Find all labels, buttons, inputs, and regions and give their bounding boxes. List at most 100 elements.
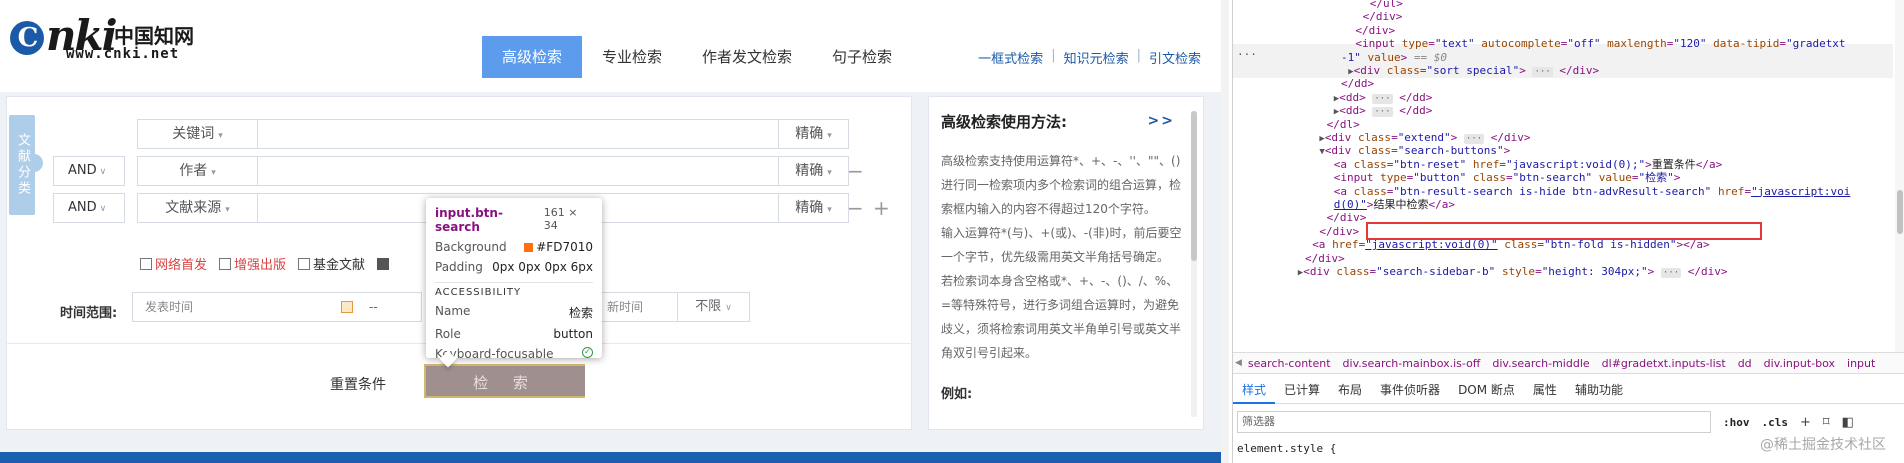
devtools-panel: ··· </ul> </div> </div> <input type="text" … [1232, 0, 1904, 463]
breadcrumb-item[interactable]: input [1841, 357, 1881, 370]
styles-filter-input[interactable]: 筛选器 [1237, 411, 1711, 433]
match-select[interactable]: 精确 ▾ [778, 194, 848, 222]
tab-accessibility[interactable]: 辅助功能 [1566, 378, 1632, 404]
tab-styles[interactable]: 样式 [1233, 378, 1276, 404]
match-select[interactable]: 精确 ▾ [778, 157, 848, 185]
plus-icon[interactable]: + [1800, 415, 1811, 430]
tooltip-accessibility-heading: ACCESSIBILITY [435, 287, 522, 298]
dom-node-line[interactable]: ▶<div class="search-sidebar-b" style="he… [1298, 264, 1728, 280]
checkbox-label: 基金文献 [313, 258, 366, 273]
breadcrumb-item[interactable]: dd [1732, 357, 1758, 370]
reset-conditions-link[interactable]: 重置条件 [330, 374, 386, 394]
update-time-select[interactable]: 新时间 不限 ∨ [600, 292, 750, 322]
logic-select[interactable]: AND ∨ [53, 156, 125, 186]
checkbox-box[interactable] [219, 257, 232, 270]
chevron-down-icon: ▾ [211, 168, 216, 178]
checkbox-fund-literature[interactable]: 基金文献 [298, 254, 365, 273]
search-mode-tabs: 高级检索 专业检索 作者发文检索 句子检索 [482, 36, 912, 78]
date-placeholder: 发表时间 [145, 300, 194, 314]
logo-url-text: www.cnki.net [66, 46, 180, 62]
checkbox-label: 网络首发 [155, 258, 208, 273]
breadcrumb-item[interactable]: div.input-box [1758, 357, 1841, 370]
sidebar-toggle-icon[interactable]: ◧ [1842, 415, 1854, 430]
dom-node-line[interactable]: ▶<div class="sort special"> ··· </div> [1348, 63, 1599, 79]
more-options-icon[interactable]: ··· [1237, 48, 1257, 61]
color-swatch-icon [524, 243, 534, 252]
checkbox-enhanced-publication[interactable]: 增强出版 [219, 254, 286, 273]
add-row-button[interactable]: + [873, 195, 890, 221]
cnki-page: Cnki 中国知网 www.cnki.net 高级检索 专业检索 作者发文检索 … [0, 0, 1221, 463]
field-select-label: 文献来源 [165, 200, 222, 216]
checkbox-box[interactable] [140, 257, 152, 270]
search-button[interactable]: 检 索 [424, 364, 585, 398]
publish-date-input[interactable]: 发表时间 -- [132, 292, 422, 322]
dom-breadcrumbs: ◀ search-content div.search-mainbox.is-o… [1233, 352, 1904, 374]
date-dash: -- [369, 300, 378, 314]
styles-filter-bar: 筛选器 :hov .cls + ⌑ ◧ [1233, 408, 1904, 436]
chevron-down-icon: ▾ [218, 131, 223, 141]
chevron-left-icon[interactable]: ◀ [1235, 358, 1242, 368]
tab-event-listeners[interactable]: 事件侦听器 [1371, 378, 1449, 404]
checkbox-box[interactable] [377, 257, 390, 270]
help-scrollbar[interactable] [1191, 111, 1197, 417]
inspect-tooltip: input.btn-search 161 × 34 Background #FD… [426, 198, 602, 361]
field-select[interactable]: 文献来源 ▾ [138, 194, 258, 222]
tooltip-row: Name 检索 [435, 304, 593, 321]
tab-layout[interactable]: 布局 [1329, 378, 1371, 404]
watermark: @稀土掘金技术社区 [1760, 437, 1886, 453]
checkbox-label: 增强出版 [234, 258, 287, 273]
tab-properties[interactable]: 属性 [1524, 378, 1566, 404]
help-more-link[interactable]: >> [1148, 113, 1175, 129]
chevron-down-icon: ▾ [827, 131, 832, 141]
breadcrumb-item[interactable]: div.search-mainbox.is-off [1337, 357, 1487, 370]
update-time-label: 新时间 [607, 300, 644, 314]
cnki-logo[interactable]: Cnki 中国知网 www.cnki.net [10, 14, 200, 64]
tab-dom-breakpoints[interactable]: DOM 断点 [1449, 378, 1524, 404]
match-select[interactable]: 精确 ▾ [778, 120, 848, 148]
tooltip-row: Padding 0px 0px 0px 6px [435, 260, 593, 274]
link-knowledge-search[interactable]: 知识元检索 [1056, 48, 1137, 67]
tooltip-key: Name [435, 304, 471, 318]
tab-professional-search[interactable]: 专业检索 [582, 36, 682, 78]
logic-select-label: AND [68, 200, 97, 215]
help-paragraph: 若检索词本身含空格或*、+、-、()、/、%、=等特殊符号，进行多词组合运算时，… [941, 274, 1182, 360]
paint-icon[interactable]: ⌑ [1823, 415, 1830, 430]
tooltip-row: Role button [435, 327, 593, 341]
filter-checkboxes: 网络首发 增强出版 基金文献 [140, 254, 404, 273]
dom-scrollbar[interactable] [1895, 0, 1904, 352]
breadcrumb-item[interactable]: dl#gradetxt.inputs-list [1596, 357, 1732, 370]
cls-button[interactable]: .cls [1762, 416, 1789, 429]
logo-cn-text: 中国知网 [114, 24, 194, 48]
checkbox-hidden[interactable] [377, 254, 392, 273]
annotation-highlight-box [1366, 222, 1762, 240]
chevron-down-icon: ∨ [99, 204, 107, 214]
link-basic-search[interactable]: 一框式检索 [970, 48, 1051, 67]
tab-author-search[interactable]: 作者发文检索 [682, 36, 812, 78]
tab-sentence-search[interactable]: 句子检索 [812, 36, 912, 78]
checkbox-box[interactable] [298, 257, 311, 270]
tooltip-value: #FD7010 [524, 240, 593, 254]
remove-row-button[interactable]: − [847, 195, 864, 221]
tab-advanced-search[interactable]: 高级检索 [482, 36, 583, 78]
tooltip-key: Role [435, 327, 461, 341]
breadcrumb-item[interactable]: search-content [1242, 357, 1337, 370]
scrollbar-thumb[interactable] [1897, 190, 1903, 234]
field-select-label: 作者 [179, 163, 208, 179]
checkbox-online-first[interactable]: 网络首发 [140, 254, 207, 273]
field-select[interactable]: 关键词 ▾ [138, 120, 258, 148]
tab-computed[interactable]: 已计算 [1275, 378, 1329, 404]
logic-select[interactable]: AND ∨ [53, 193, 125, 223]
scrollbar-thumb[interactable] [1191, 111, 1197, 261]
field-select[interactable]: 作者 ▾ [138, 157, 258, 185]
help-panel: 高级检索使用方法: >> 高级检索支持使用运算符*、+、-、''、""、()进行… [928, 96, 1204, 430]
link-citation-search[interactable]: 引文检索 [1141, 48, 1209, 67]
tooltip-value: button [553, 327, 593, 341]
tooltip-selector: input.btn-search [435, 206, 503, 234]
breadcrumb-item[interactable]: div.search-middle [1486, 357, 1595, 370]
remove-row-button[interactable]: − [847, 158, 864, 184]
category-side-tab[interactable]: 文献分类 [9, 115, 35, 215]
page-scrollbar[interactable] [1221, 0, 1229, 463]
side-tab-toggle[interactable] [33, 154, 43, 172]
calendar-icon[interactable] [341, 301, 353, 313]
hov-button[interactable]: :hov [1723, 416, 1750, 429]
